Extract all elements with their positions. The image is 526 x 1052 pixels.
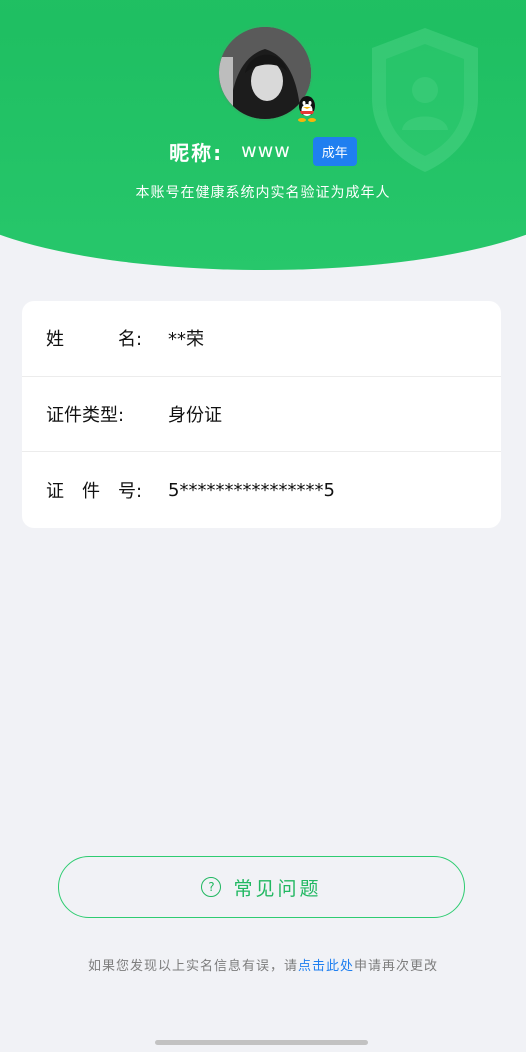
footer-prefix: 如果您发现以上实名信息有误，请	[87, 959, 298, 974]
footer-note: 如果您发现以上实名信息有误，请点击此处申请再次更改	[0, 955, 526, 974]
profile-header: 昵称: www 成年 本账号在健康系统内实名验证为成年人	[0, 0, 526, 270]
verify-note: 本账号在健康系统内实名验证为成年人	[135, 185, 391, 201]
home-indicator[interactable]	[155, 1040, 368, 1045]
question-circle-icon: ?	[201, 877, 222, 897]
id-type-value: 身份证	[168, 404, 222, 426]
faq-label: 常见问题	[233, 877, 322, 900]
identity-card: 姓 名: **荣 证件类型: 身份证 证 件 号: 5*************…	[22, 301, 501, 528]
id-number-value: 5****************5	[168, 479, 335, 501]
correction-link[interactable]: 点击此处	[298, 959, 354, 974]
name-value: **荣	[168, 329, 204, 351]
id-type-row: 证件类型: 身份证	[22, 377, 501, 453]
age-badge: 成年	[312, 136, 357, 166]
footer-suffix: 申请再次更改	[354, 959, 439, 974]
id-type-label: 证件类型:	[46, 404, 125, 426]
qq-penguin-icon	[298, 96, 316, 122]
nickname-row: 昵称: www 成年	[0, 136, 526, 166]
id-number-row: 证 件 号: 5****************5	[22, 452, 501, 528]
id-number-label: 证 件 号:	[46, 481, 143, 503]
avatar	[217, 25, 316, 122]
name-row: 姓 名: **荣	[22, 301, 501, 377]
name-label: 姓 名:	[46, 329, 143, 351]
faq-button[interactable]: ? 常见问题	[58, 856, 465, 918]
nickname-value: www	[241, 140, 291, 162]
nickname-label: 昵称:	[169, 140, 224, 165]
